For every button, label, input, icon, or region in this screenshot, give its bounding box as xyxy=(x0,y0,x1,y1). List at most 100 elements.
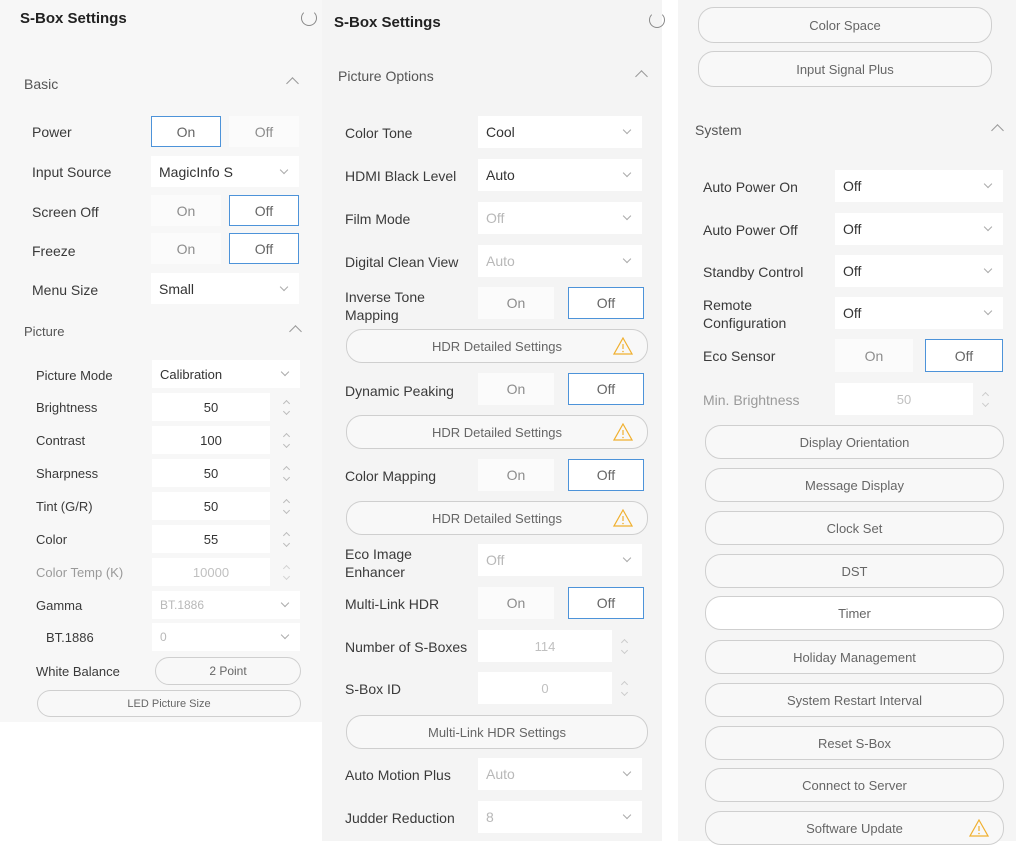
number-of-sboxes-stepper[interactable] xyxy=(615,635,633,657)
power-on-toggle[interactable]: On xyxy=(151,116,221,147)
color-mapping-on-toggle[interactable]: On xyxy=(478,459,554,491)
tint-input[interactable]: 50 xyxy=(152,492,270,520)
connect-to-server-button[interactable]: Connect to Server xyxy=(705,768,1004,802)
tint-stepper[interactable] xyxy=(277,495,295,517)
collapse-icon[interactable] xyxy=(991,124,1004,137)
collapse-icon[interactable] xyxy=(289,325,302,338)
warning-icon xyxy=(613,423,633,441)
hdmi-black-level-select[interactable]: Auto xyxy=(478,159,642,191)
system-restart-interval-button[interactable]: System Restart Interval xyxy=(705,683,1004,717)
multi-link-hdr-on-toggle[interactable]: On xyxy=(478,587,554,619)
brightness-stepper[interactable] xyxy=(277,396,295,418)
auto-power-off-select[interactable]: Off xyxy=(835,213,1003,245)
judder-reduction-select[interactable]: 8 xyxy=(478,801,642,833)
warning-icon xyxy=(613,337,633,355)
dst-button[interactable]: DST xyxy=(705,554,1004,588)
sbox-id-input[interactable]: 0 xyxy=(478,672,612,704)
section-basic-header[interactable]: Basic xyxy=(24,76,58,92)
color-stepper[interactable] xyxy=(277,528,295,550)
display-orientation-button[interactable]: Display Orientation xyxy=(705,425,1004,459)
standby-control-select[interactable]: Off xyxy=(835,255,1003,287)
collapse-icon[interactable] xyxy=(635,70,648,83)
inverse-tone-on-toggle[interactable]: On xyxy=(478,287,554,319)
bt1886-select[interactable]: 0 xyxy=(152,623,300,651)
freeze-label: Freeze xyxy=(32,243,76,259)
color-tone-label: Color Tone xyxy=(345,125,413,141)
min-brightness-label: Min. Brightness xyxy=(703,392,800,408)
eco-sensor-off-toggle[interactable]: Off xyxy=(925,339,1003,372)
power-off-toggle[interactable]: Off xyxy=(229,116,299,147)
chevron-down-icon xyxy=(280,598,290,608)
input-signal-plus-button[interactable]: Input Signal Plus xyxy=(698,51,992,87)
color-space-button[interactable]: Color Space xyxy=(698,7,992,43)
color-temp-input[interactable]: 10000 xyxy=(152,558,270,586)
section-picture-header[interactable]: Picture xyxy=(24,324,64,339)
led-picture-size-button[interactable]: LED Picture Size xyxy=(37,690,301,717)
section-system-header[interactable]: System xyxy=(695,122,742,138)
multi-link-hdr-off-toggle[interactable]: Off xyxy=(568,587,644,619)
clock-set-button[interactable]: Clock Set xyxy=(705,511,1004,545)
section-picture-options-header[interactable]: Picture Options xyxy=(338,68,434,84)
judder-reduction-label: Judder Reduction xyxy=(345,810,455,826)
freeze-off-toggle[interactable]: Off xyxy=(229,233,299,264)
brightness-input[interactable]: 50 xyxy=(152,393,270,421)
film-mode-select[interactable]: Off xyxy=(478,202,642,234)
multi-link-hdr-settings-button[interactable]: Multi-Link HDR Settings xyxy=(346,715,648,749)
color-tone-value: Cool xyxy=(486,124,515,140)
auto-motion-plus-select[interactable]: Auto xyxy=(478,758,642,790)
sharpness-input[interactable]: 50 xyxy=(152,459,270,487)
bt1886-value: 0 xyxy=(160,630,167,644)
screen-off-off-toggle[interactable]: Off xyxy=(229,195,299,226)
auto-power-off-label: Auto Power Off xyxy=(703,222,798,238)
hdr-detailed-settings-label: HDR Detailed Settings xyxy=(431,338,563,354)
hdr-detailed-settings-label: HDR Detailed Settings xyxy=(431,424,563,440)
software-update-label: Software Update xyxy=(806,820,903,836)
eco-sensor-on-toggle[interactable]: On xyxy=(835,339,913,372)
chevron-down-icon xyxy=(280,367,290,377)
number-of-sboxes-input[interactable]: 114 xyxy=(478,630,612,662)
input-source-value: MagicInfo S xyxy=(159,163,233,180)
inverse-tone-mapping-label: Inverse Tone Mapping xyxy=(345,289,425,323)
hdr-detailed-settings-button[interactable]: HDR Detailed Settings xyxy=(346,501,648,535)
auto-power-on-select[interactable]: Off xyxy=(835,170,1003,202)
white-balance-button[interactable]: 2 Point xyxy=(155,657,301,685)
chevron-down-icon xyxy=(279,282,289,291)
hdr-detailed-settings-button[interactable]: HDR Detailed Settings xyxy=(346,329,648,363)
color-temp-stepper[interactable] xyxy=(277,561,295,583)
auto-power-on-value: Off xyxy=(843,178,862,194)
contrast-input[interactable]: 100 xyxy=(152,426,270,454)
min-brightness-stepper[interactable] xyxy=(976,388,994,410)
freeze-on-toggle[interactable]: On xyxy=(151,233,221,264)
sbox-id-stepper[interactable] xyxy=(615,677,633,699)
inverse-tone-off-toggle[interactable]: Off xyxy=(568,287,644,319)
contrast-stepper[interactable] xyxy=(277,429,295,451)
color-input[interactable]: 55 xyxy=(152,525,270,553)
standby-control-label: Standby Control xyxy=(703,264,804,280)
refresh-icon[interactable] xyxy=(301,10,317,26)
timer-button[interactable]: Timer xyxy=(705,596,1004,630)
color-tone-select[interactable]: Cool xyxy=(478,116,642,148)
eco-image-enhancer-select[interactable]: Off xyxy=(478,544,642,576)
dynamic-peaking-off-toggle[interactable]: Off xyxy=(568,373,644,405)
collapse-icon[interactable] xyxy=(286,77,299,90)
refresh-icon[interactable] xyxy=(649,12,665,28)
remote-configuration-select[interactable]: Off xyxy=(835,297,1003,329)
dynamic-peaking-on-toggle[interactable]: On xyxy=(478,373,554,405)
holiday-management-button[interactable]: Holiday Management xyxy=(705,640,1004,674)
digital-clean-view-select[interactable]: Auto xyxy=(478,245,642,277)
min-brightness-input[interactable]: 50 xyxy=(835,383,973,415)
screen-off-on-toggle[interactable]: On xyxy=(151,195,221,226)
reset-sbox-button[interactable]: Reset S-Box xyxy=(705,726,1004,760)
gamma-select[interactable]: BT.1886 xyxy=(152,591,300,619)
remote-configuration-value: Off xyxy=(843,305,862,321)
sharpness-stepper[interactable] xyxy=(277,462,295,484)
eco-image-enhancer-label: Eco Image Enhancer xyxy=(345,546,412,580)
message-display-button[interactable]: Message Display xyxy=(705,468,1004,502)
color-mapping-off-toggle[interactable]: Off xyxy=(568,459,644,491)
menu-size-select[interactable]: Small xyxy=(151,273,299,304)
software-update-button[interactable]: Software Update xyxy=(705,811,1004,845)
multi-link-hdr-label: Multi-Link HDR xyxy=(345,596,440,612)
input-source-select[interactable]: MagicInfo S xyxy=(151,156,299,187)
picture-mode-select[interactable]: Calibration xyxy=(152,360,300,388)
hdr-detailed-settings-button[interactable]: HDR Detailed Settings xyxy=(346,415,648,449)
